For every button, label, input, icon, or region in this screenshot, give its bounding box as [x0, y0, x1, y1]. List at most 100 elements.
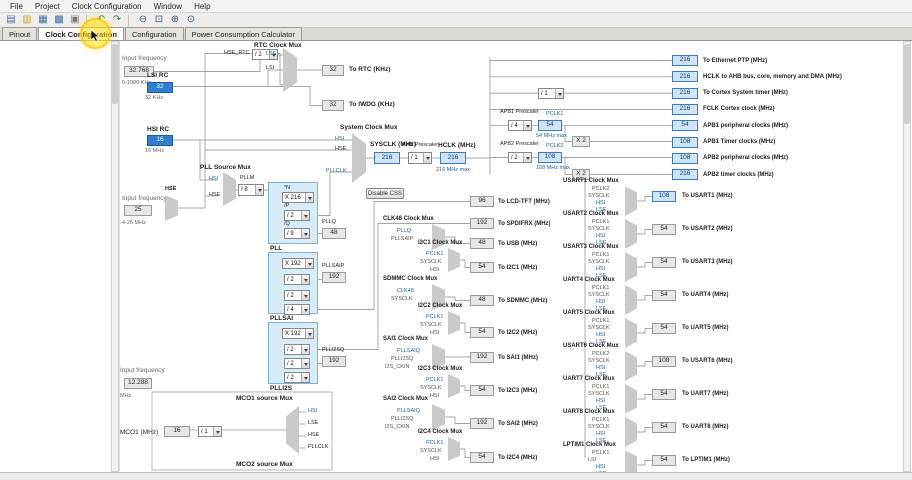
apb2-prescaler-dropdown[interactable]: / 2: [508, 152, 532, 163]
canvas-scrollbar-thumb[interactable]: [904, 44, 910, 124]
uart-mux-input-1: PCLK1: [592, 417, 610, 423]
pllsai-r-dropdown[interactable]: / 4: [284, 304, 310, 315]
i2s-ckin-frequency-input[interactable]: 12.288: [124, 378, 152, 389]
lsi-rc-label: LSI RC: [147, 72, 169, 79]
mid-output-label: To SPDIFRX (MHz): [498, 220, 551, 227]
uart-mux-title: USART6 Clock Mux: [563, 343, 619, 349]
hse-frequency-input[interactable]: 25: [124, 205, 152, 216]
peripheral-clock-mux[interactable]: [448, 311, 460, 335]
mux-input-2: SYSCLK: [420, 259, 442, 265]
left-scrollbar-thumb[interactable]: [112, 44, 118, 104]
peripheral-clock-mux[interactable]: [448, 437, 460, 461]
uart-mux-input-3: HSI: [596, 200, 606, 206]
uart-output-value: 54: [652, 323, 676, 334]
mux-input-2: SYSCLK: [420, 448, 442, 454]
mid-output-label: To I2C4 (MHz): [498, 454, 538, 461]
rtc-in-lsi-label: LSI: [266, 65, 275, 71]
mux-title: CLK48 Clock Mux: [383, 216, 434, 222]
mco1-in-hse-label: HSE: [308, 432, 320, 438]
mux-input-1: PCLK1: [426, 377, 444, 383]
mux-input-1: PLLSAIQ: [397, 348, 420, 354]
pllsaip-label: PLLSAIP: [322, 263, 345, 269]
pllm-divider-dropdown[interactable]: / 8: [238, 184, 264, 196]
pll-q-label: /Q: [284, 221, 290, 227]
ahb-prescaler-dropdown[interactable]: / 1: [408, 152, 432, 164]
clock-output-label: APB2 peripheral clocks (MHz): [703, 155, 789, 162]
uart-output-label: To USART3 (MHz): [682, 259, 733, 265]
plli2s-n-dropdown[interactable]: X 192: [282, 328, 314, 339]
uart-output-value: 54: [652, 389, 676, 400]
disable-css-button[interactable]: Disable CSS: [366, 188, 404, 199]
pclk2-max-label: 108 MHz max: [536, 165, 570, 171]
mid-output-label: To SAI2 (MHz): [498, 420, 538, 427]
uart-output-value: 54: [652, 455, 676, 466]
pclk2-label: PCLK2: [546, 143, 564, 149]
uart-mux-input-2: SYSCLK: [588, 358, 610, 364]
uart-output-label: To UART5 (MHz): [682, 325, 729, 331]
uart-mux-title: UART5 Clock Mux: [563, 310, 615, 316]
clock-output-label: APB1 peripheral clocks (MHz): [703, 122, 789, 129]
clock-output-row: 216 FCLK Cortex clock (MHz): [672, 103, 907, 118]
uart-output-label: To LPTIM1 (MHz): [682, 457, 730, 463]
pllsai-p-dropdown[interactable]: / 2: [284, 274, 310, 285]
peripheral-clock-mux[interactable]: [448, 374, 460, 398]
uart-mux-input-2: SYSCLK: [588, 193, 610, 199]
mid-output-label: To LCD-TFT (MHz): [498, 198, 550, 205]
pll-p-dropdown[interactable]: / 2: [284, 210, 310, 221]
uart-mux-title: UART7 Clock Mux: [563, 376, 615, 382]
mco1-in-hsi-label: HSI: [308, 408, 318, 414]
uart-mux-input-1: PCLK1: [592, 285, 610, 291]
pll-q-dropdown[interactable]: / 9: [284, 228, 310, 239]
mux-title: I2C2 Clock Mux: [418, 303, 463, 309]
uart-clock-row: UART5 Clock Mux PCLK1 SYSCLK HSI LSE 54 …: [560, 310, 860, 348]
mux-input-2: PLLI2SQ: [391, 356, 414, 362]
uart-mux-input-1: PCLK1: [592, 219, 610, 225]
canvas-vertical-scrollbar[interactable]: [903, 41, 911, 472]
plli2s-title: PLLI2S: [270, 385, 293, 392]
clock-output-row: 216 HCLK to AHB bus, core, memory and DM…: [672, 71, 907, 85]
plli2s-p-dropdown[interactable]: / 2: [284, 344, 310, 355]
mco1-divider-dropdown[interactable]: / 1: [198, 426, 222, 437]
to-iwdg-label: To IWDG (KHz): [349, 101, 395, 108]
pllsai-q-dropdown[interactable]: / 2: [284, 290, 310, 301]
pllsai-n-dropdown[interactable]: X 192: [282, 258, 314, 269]
pll-p-label: /P: [284, 203, 290, 209]
sys-in-pllclk-label: PLLCLK: [326, 168, 347, 174]
mux-input-2: PLLSAIP: [391, 236, 414, 242]
uart-clock-row: USART3 Clock Mux PCLK1 SYSCLK HSI LSE 54…: [560, 244, 860, 282]
cortex-timer-divider-dropdown[interactable]: / 1: [538, 88, 564, 99]
uart-mux-input-1: PCLK1: [592, 252, 610, 258]
mux-input-3: HSI: [430, 393, 440, 399]
mux-input-1: PCLK1: [426, 251, 444, 257]
peripheral-clock-mux[interactable]: [448, 248, 460, 272]
plli2s-r-dropdown[interactable]: / 2: [284, 372, 310, 383]
hsi-frequency-box: 16: [147, 135, 173, 146]
left-panel-scrollbar[interactable]: [111, 41, 119, 472]
pll-n-dropdown[interactable]: X 216: [282, 192, 314, 203]
uart-output-label: To UART7 (MHz): [682, 391, 729, 397]
uart-mux-input-3: HSI: [596, 233, 606, 239]
clock-output-value: 108: [672, 136, 698, 148]
uart-output-value: 54: [652, 290, 676, 301]
hsi-unit-label: 16 MHz: [145, 148, 164, 154]
hse-input-frequency-label: Input frequency: [122, 195, 167, 202]
uart-output-label: To UART8 (MHz): [682, 424, 729, 430]
mux-input-3: I2S_CKIN: [385, 424, 410, 430]
mco1-output-label: MCO1 (MHz): [120, 429, 159, 436]
uart-output-value: 54: [652, 257, 676, 268]
clock-output-value: 216: [672, 87, 698, 99]
mid-output-value: 192: [470, 418, 494, 429]
plli2sq-label: PLLI2SQ: [322, 347, 345, 353]
uart-mux-input-3: HSI: [596, 431, 606, 437]
uart-mux-title: UART4 Clock Mux: [563, 277, 615, 283]
uart-clock-row: USART1 Clock Mux PCLK2 SYSCLK HSI LSE 10…: [560, 178, 860, 216]
apb1-prescaler-dropdown[interactable]: / 4: [508, 120, 532, 131]
uart-mux-input-2: LSI: [588, 457, 597, 463]
mid-output-label: To SAI1 (MHz): [498, 354, 538, 361]
system-clock-mux-title: System Clock Mux: [340, 124, 398, 131]
mid-output-label: To I2C3 (MHz): [498, 387, 538, 394]
mux-title: I2C1 Clock Mux: [418, 240, 463, 246]
uart-mux-input-1: PCLK1: [592, 450, 610, 456]
plli2s-q-dropdown[interactable]: / 2: [284, 358, 310, 369]
hse-osc-label: HSE: [165, 186, 177, 192]
